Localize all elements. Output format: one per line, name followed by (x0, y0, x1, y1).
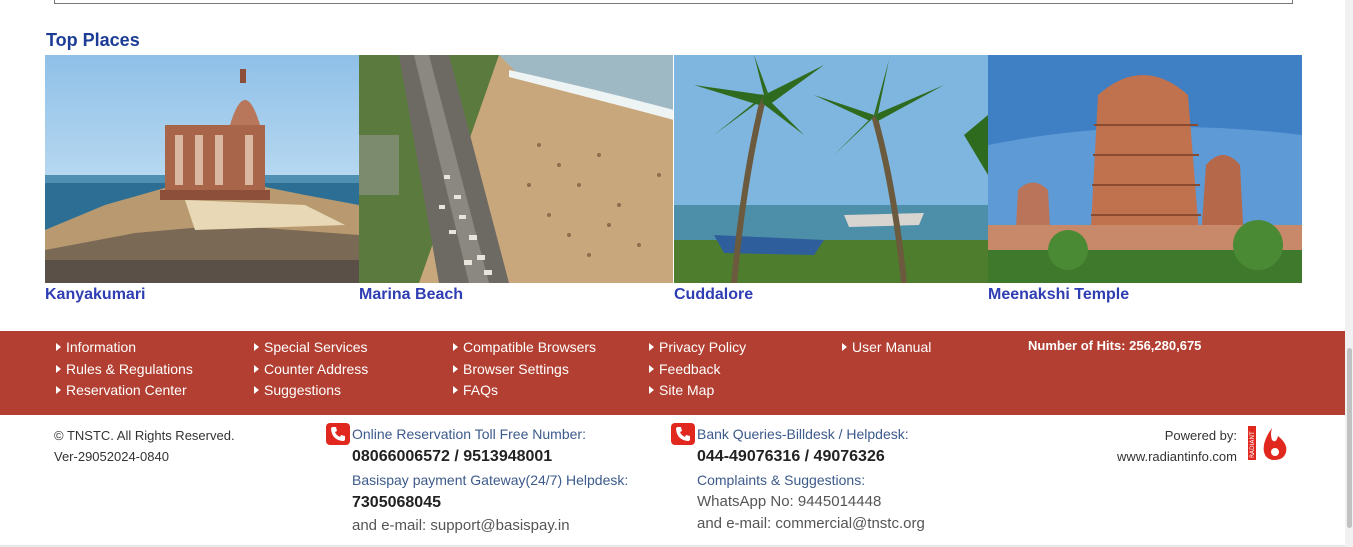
footer-link-user-manual[interactable]: User Manual (842, 337, 931, 359)
footer-column-1: Information Rules & Regulations Reservat… (56, 337, 193, 402)
footer-link-privacy-policy[interactable]: Privacy Policy (649, 337, 746, 359)
powered-by-site[interactable]: www.radiantinfo.com (1117, 446, 1237, 467)
kanyakumari-image[interactable] (45, 55, 359, 283)
basispay-email: and e-mail: support@basispay.in (352, 517, 570, 534)
footer-link-special-services[interactable]: Special Services (254, 337, 368, 359)
reservation-helpdesk-block: Online Reservation Toll Free Number: 080… (352, 424, 628, 537)
place-card-kanyakumari[interactable]: Kanyakumari (45, 55, 359, 304)
footer-link-compatible-browsers[interactable]: Compatible Browsers (453, 337, 596, 359)
footer-link-counter-address[interactable]: Counter Address (254, 359, 368, 381)
footer-column-3: Compatible Browsers Browser Settings FAQ… (453, 337, 596, 402)
footer-link-rules-regulations[interactable]: Rules & Regulations (56, 359, 193, 381)
footer-links-bar: Information Rules & Regulations Reservat… (0, 331, 1345, 415)
place-card-meenakshi-temple[interactable]: Meenakshi Temple (988, 55, 1302, 304)
basispay-helpdesk-number: 7305068045 (352, 494, 441, 511)
footer-link-suggestions[interactable]: Suggestions (254, 380, 368, 402)
powered-by-label: Powered by: (1164, 428, 1237, 443)
place-card-marina-beach[interactable]: Marina Beach (359, 55, 673, 304)
reservation-tollfree-label: Online Reservation Toll Free Number: (352, 426, 586, 442)
top-content-box (54, 0, 1293, 4)
reservation-tollfree-number: 08066006572 / 9513948001 (352, 448, 553, 465)
footer-link-information[interactable]: Information (56, 337, 193, 359)
bank-helpdesk-label: Bank Queries-Billdesk / Helpdesk: (697, 426, 909, 442)
version-text: Ver-29052024-0840 (54, 449, 169, 464)
bank-helpdesk-number: 044-49076316 / 49076326 (697, 448, 885, 465)
place-name-cuddalore[interactable]: Cuddalore (674, 286, 988, 304)
hit-counter: Number of Hits: 256,280,675 (1028, 338, 1202, 353)
place-card-cuddalore[interactable]: Cuddalore (674, 55, 988, 304)
complaints-label: Complaints & Suggestions: (697, 472, 866, 488)
footer-link-feedback[interactable]: Feedback (649, 359, 746, 381)
footer-column-4: Privacy Policy Feedback Site Map (649, 337, 746, 402)
basispay-helpdesk-label: Basispay payment Gateway(24/7) Helpdesk: (352, 472, 629, 488)
footer-link-browser-settings[interactable]: Browser Settings (453, 359, 596, 381)
cuddalore-image[interactable] (674, 55, 988, 283)
radiant-logo-icon[interactable]: RADIANT (1248, 426, 1290, 462)
place-name-meenakshi-temple[interactable]: Meenakshi Temple (988, 286, 1302, 304)
place-name-kanyakumari[interactable]: Kanyakumari (45, 286, 359, 304)
top-places-title: Top Places (46, 30, 140, 50)
footer-info: © TNSTC. All Rights Reserved. Ver-290520… (0, 415, 1345, 547)
footer-column-2: Special Services Counter Address Suggest… (254, 337, 368, 402)
page-scrollbar[interactable] (1345, 0, 1353, 547)
scrollbar-thumb[interactable] (1347, 348, 1352, 528)
marina-beach-image[interactable] (359, 55, 673, 283)
footer-link-reservation-center[interactable]: Reservation Center (56, 380, 193, 402)
phone-icon (326, 423, 350, 445)
complaints-email: and e-mail: commercial@tnstc.org (697, 515, 925, 532)
phone-icon (671, 423, 695, 445)
bank-helpdesk-block: Bank Queries-Billdesk / Helpdesk: 044-49… (697, 424, 925, 535)
radiant-logo-text: RADIANT (1249, 431, 1256, 458)
place-name-marina-beach[interactable]: Marina Beach (359, 286, 673, 304)
powered-by-block: Powered by: www.radiantinfo.com (1117, 425, 1237, 467)
meenakshi-temple-image[interactable] (988, 55, 1302, 283)
footer-link-faqs[interactable]: FAQs (453, 380, 596, 402)
copyright-block: © TNSTC. All Rights Reserved. Ver-290520… (54, 425, 235, 467)
copyright-text: © TNSTC. All Rights Reserved. (54, 428, 235, 443)
footer-link-site-map[interactable]: Site Map (649, 380, 746, 402)
whatsapp-number: WhatsApp No: 9445014448 (697, 493, 882, 510)
footer-column-5: User Manual (842, 337, 931, 359)
